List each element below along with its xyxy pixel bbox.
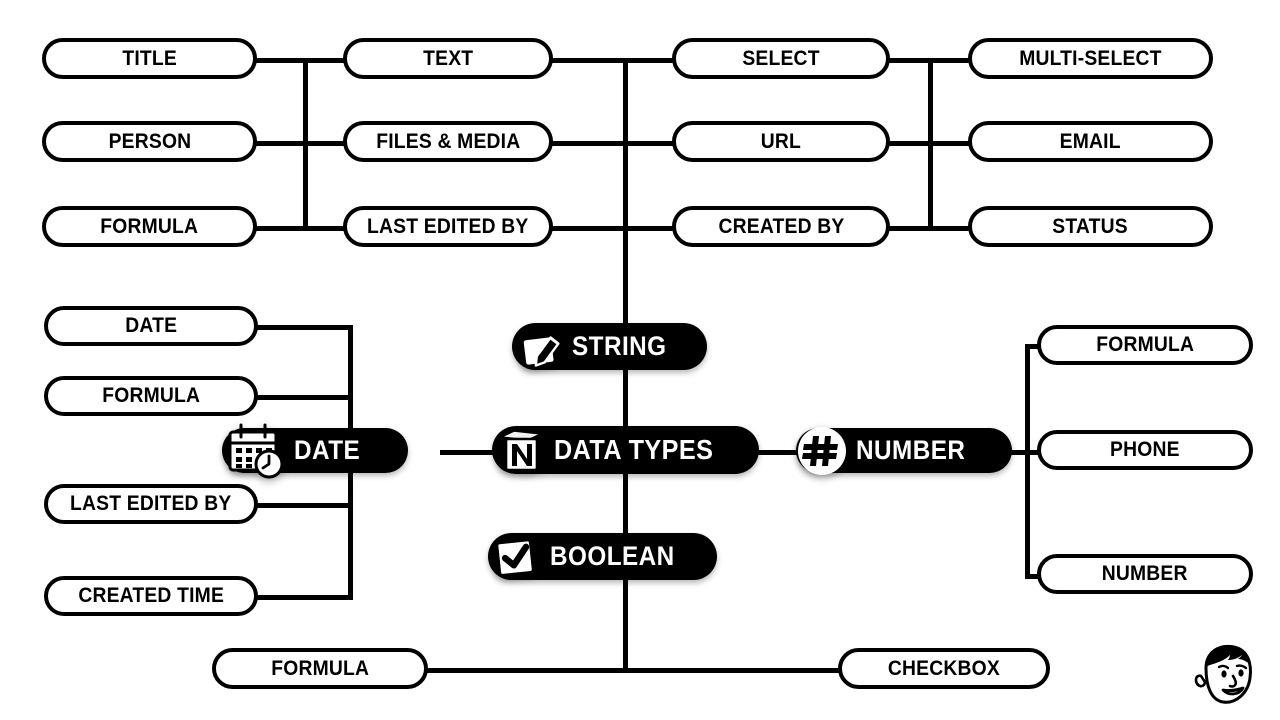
node-number[interactable]: NUMBER <box>796 426 1012 475</box>
pill-last-edited-by-top-label: LAST EDITED BY <box>367 214 529 238</box>
node-data-types[interactable]: DATA TYPES <box>492 426 760 474</box>
connector-formulabottom-to-checkbox <box>420 668 850 673</box>
node-boolean-label: BOOLEAN <box>550 541 675 571</box>
pill-multi-select-label: MULTI-SELECT <box>1019 46 1162 70</box>
pill-formula-top[interactable]: FORMULA <box>42 206 257 247</box>
pill-created-by[interactable]: CREATED BY <box>672 206 890 247</box>
node-number-label: NUMBER <box>856 435 966 465</box>
node-string-label: STRING <box>572 331 667 361</box>
pill-formula-bottom[interactable]: FORMULA <box>212 648 428 689</box>
node-data-types-label: DATA TYPES <box>554 434 714 465</box>
diagram-canvas: TITLE PERSON FORMULA TEXT FILES & MEDIA … <box>0 0 1280 720</box>
pill-url[interactable]: URL <box>672 121 890 162</box>
pill-created-time-label: CREATED TIME <box>78 584 224 607</box>
pill-formula-top-label: FORMULA <box>100 214 199 238</box>
pill-url-label: URL <box>760 129 802 153</box>
connector-select-to-bus2 <box>886 58 934 63</box>
pill-created-time[interactable]: CREATED TIME <box>44 576 258 616</box>
pill-select[interactable]: SELECT <box>672 38 890 79</box>
node-string[interactable]: STRING <box>512 323 708 370</box>
connector-formula-to-bus1 <box>252 226 310 231</box>
pill-formula-number[interactable]: FORMULA <box>1037 325 1253 365</box>
connector-bus2-to-email <box>928 141 973 146</box>
connector-spine-to-select <box>623 58 678 63</box>
connector-url-to-bus2 <box>886 141 934 146</box>
pill-formula-bottom-label: FORMULA <box>271 656 369 680</box>
cartoon-face-avatar <box>1194 644 1252 704</box>
pill-person-label: PERSON <box>108 129 191 153</box>
connector-title-to-bus1 <box>252 58 310 63</box>
pill-text-label: TEXT <box>422 46 474 70</box>
pill-email-label: EMAIL <box>1059 129 1122 153</box>
pill-select-label: SELECT <box>742 46 820 70</box>
pill-phone[interactable]: PHONE <box>1037 430 1253 470</box>
pill-checkbox-label: CHECKBOX <box>887 656 1001 680</box>
connector-files-to-spine <box>548 141 628 146</box>
connector-spine-to-createdby <box>623 226 678 231</box>
pill-email[interactable]: EMAIL <box>968 121 1213 162</box>
pill-formula-number-label: FORMULA <box>1096 333 1194 356</box>
pill-status-label: STATUS <box>1052 214 1129 238</box>
connector-bus2-to-status <box>928 226 973 231</box>
pill-title-label: TITLE <box>122 46 177 70</box>
pill-title[interactable]: TITLE <box>42 38 257 79</box>
pill-checkbox[interactable]: CHECKBOX <box>838 648 1050 689</box>
connector-text-to-spine <box>548 58 628 63</box>
pill-formula-date[interactable]: FORMULA <box>44 376 258 416</box>
pill-number-right-label: NUMBER <box>1102 562 1188 585</box>
connector-formuladate-to-bus3 <box>253 395 353 400</box>
connector-createdtime-to-bus3 <box>253 595 353 600</box>
connector-person-to-bus1 <box>252 141 310 146</box>
connector-spine-to-url <box>623 141 678 146</box>
pill-date-left-label: DATE <box>125 314 177 337</box>
pill-multi-select[interactable]: MULTI-SELECT <box>968 38 1213 79</box>
pill-files-media-label: FILES & MEDIA <box>375 129 521 153</box>
pill-last-edited-by-date[interactable]: LAST EDITED BY <box>44 484 258 524</box>
pill-text[interactable]: TEXT <box>343 38 553 79</box>
pill-phone-label: PHONE <box>1110 438 1180 461</box>
pill-files-media[interactable]: FILES & MEDIA <box>343 121 553 162</box>
connector-bus1-to-files <box>303 141 348 146</box>
connector-bus2-to-multiselect <box>928 58 973 63</box>
pill-last-edited-by-top[interactable]: LAST EDITED BY <box>343 206 553 247</box>
connector-bus4-vertical <box>1025 344 1030 576</box>
pill-status[interactable]: STATUS <box>968 206 1213 247</box>
connector-bus1-to-lasteditedby <box>303 226 348 231</box>
node-date[interactable]: DATE <box>222 423 408 478</box>
connector-createdby-to-bus2 <box>886 226 934 231</box>
pill-formula-date-label: FORMULA <box>102 384 200 407</box>
connector-lasteditedbydate-to-bus3 <box>253 503 353 508</box>
node-boolean[interactable]: BOOLEAN <box>488 533 717 580</box>
connector-lasteditedby-to-spine <box>548 226 628 231</box>
pill-created-by-label: CREATED BY <box>717 214 844 238</box>
pill-last-edited-by-date-label: LAST EDITED BY <box>70 492 232 515</box>
node-date-label: DATE <box>294 435 361 465</box>
pill-person[interactable]: PERSON <box>42 121 257 162</box>
connector-date-to-bus3 <box>253 325 353 330</box>
pill-date-left[interactable]: DATE <box>44 306 258 346</box>
connector-bus1-to-text <box>303 58 348 63</box>
pill-number-right[interactable]: NUMBER <box>1037 554 1253 594</box>
